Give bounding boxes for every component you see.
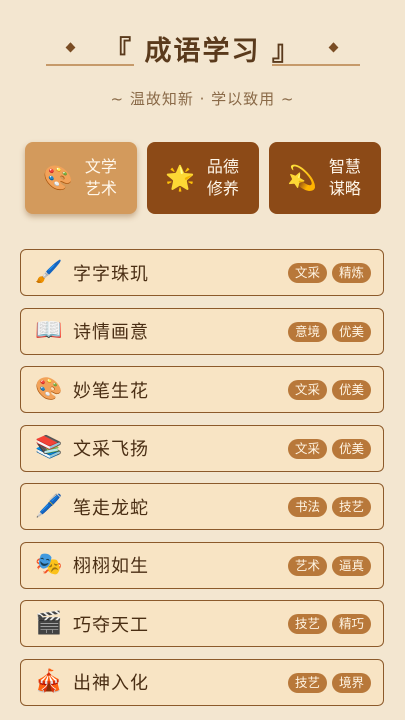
tag: 优美 [331, 380, 371, 400]
tag: 文采 [287, 438, 327, 459]
tag-group: 技艺 精巧 [283, 614, 371, 634]
tag-group: 书法 技艺 [283, 497, 371, 517]
idiom-list-item[interactable]: 🎭 栩栩如生 艺术 逼真 [20, 541, 384, 589]
tag-group: 意境 优美 [283, 321, 371, 342]
category-label: 文学艺术 [84, 157, 117, 198]
category-tab-literature-art[interactable]: 🎨 文学艺术 [25, 142, 137, 214]
category-tabs: 🎨 文学艺术 🌟 品德修养 💫 智慧谋略 [25, 142, 381, 214]
sparkle-star-icon: 💫 [287, 164, 317, 192]
category-label: 智慧谋略 [328, 157, 361, 198]
idiom-list-item[interactable]: 📖 诗情画意 意境 优美 [20, 307, 384, 355]
idiom-title: 诗情画意 [73, 322, 149, 343]
tag-group: 艺术 逼真 [283, 555, 371, 576]
idiom-list-item[interactable]: 🎨 妙笔生花 文采 优美 [20, 366, 384, 413]
circus-tent-icon: 🎪 [35, 669, 63, 694]
tag: 艺术 [287, 555, 327, 576]
tag: 技艺 [331, 497, 371, 517]
title-row: 『 成语学习 』 [0, 28, 405, 68]
tag: 精炼 [331, 263, 371, 283]
category-label: 品德修养 [206, 157, 239, 198]
palette-icon: 🎨 [35, 376, 63, 402]
idiom-list-item[interactable]: 📚 文采飞扬 文采 优美 [20, 424, 384, 472]
idiom-list-item[interactable]: 🎬 巧夺天工 技艺 精巧 [20, 600, 384, 647]
paintbrush-icon: 🖌️ [35, 259, 63, 285]
tag-group: 文采 优美 [283, 438, 371, 459]
tag: 逼真 [331, 555, 371, 576]
palette-icon: 🎨 [43, 164, 73, 192]
pen-icon: 🖊️ [35, 493, 63, 519]
tag: 文采 [287, 380, 327, 400]
idiom-title: 巧夺天工 [73, 614, 149, 636]
tag: 技艺 [287, 672, 327, 693]
tag: 技艺 [287, 614, 327, 634]
idiom-title: 出神入化 [73, 673, 149, 694]
idiom-list-item[interactable]: 🖊️ 笔走龙蛇 书法 技艺 [20, 483, 384, 530]
idiom-title: 妙笔生花 [73, 380, 149, 402]
star-icon: 🌟 [165, 164, 195, 192]
books-icon: 📚 [35, 435, 63, 460]
page-title: 『 成语学习 』 [104, 35, 301, 67]
idiom-list-item[interactable]: 🎪 出神入化 技艺 境界 [20, 658, 384, 706]
tag: 境界 [331, 672, 371, 693]
tag: 优美 [331, 321, 371, 342]
idiom-title: 笔走龙蛇 [73, 497, 149, 519]
theater-masks-icon: 🎭 [35, 552, 63, 577]
tag-group: 文采 优美 [283, 380, 371, 400]
tag-group: 文采 精炼 [283, 263, 371, 283]
idiom-list: 🖌️ 字字珠玑 文采 精炼 📖 诗情画意 意境 优美 🎨 妙笔生花 文采 优美 [20, 249, 384, 717]
idiom-list-item[interactable]: 🖌️ 字字珠玑 文采 精炼 [20, 249, 384, 296]
idiom-title: 字字珠玑 [73, 263, 149, 285]
tag: 文采 [287, 263, 327, 283]
clapperboard-icon: 🎬 [35, 610, 63, 636]
category-tab-wisdom[interactable]: 💫 智慧谋略 [269, 142, 381, 214]
idiom-title: 文采飞扬 [73, 439, 149, 460]
category-tab-virtue[interactable]: 🌟 品德修养 [147, 142, 259, 214]
open-book-icon: 📖 [35, 318, 63, 343]
tag: 意境 [287, 321, 327, 342]
tag: 优美 [331, 438, 371, 459]
tag: 书法 [287, 497, 327, 517]
idiom-learning-page: 『 成语学习 』 ~ 温故知新 · 学以致用 ~ 🎨 文学艺术 🌟 品德修养 💫… [0, 0, 405, 720]
idiom-title: 栩栩如生 [73, 556, 149, 577]
page-subtitle: ~ 温故知新 · 学以致用 ~ [110, 90, 295, 108]
header: 『 成语学习 』 ~ 温故知新 · 学以致用 ~ [0, 0, 405, 120]
tag: 精巧 [331, 614, 371, 634]
tag-group: 技艺 境界 [283, 672, 371, 693]
